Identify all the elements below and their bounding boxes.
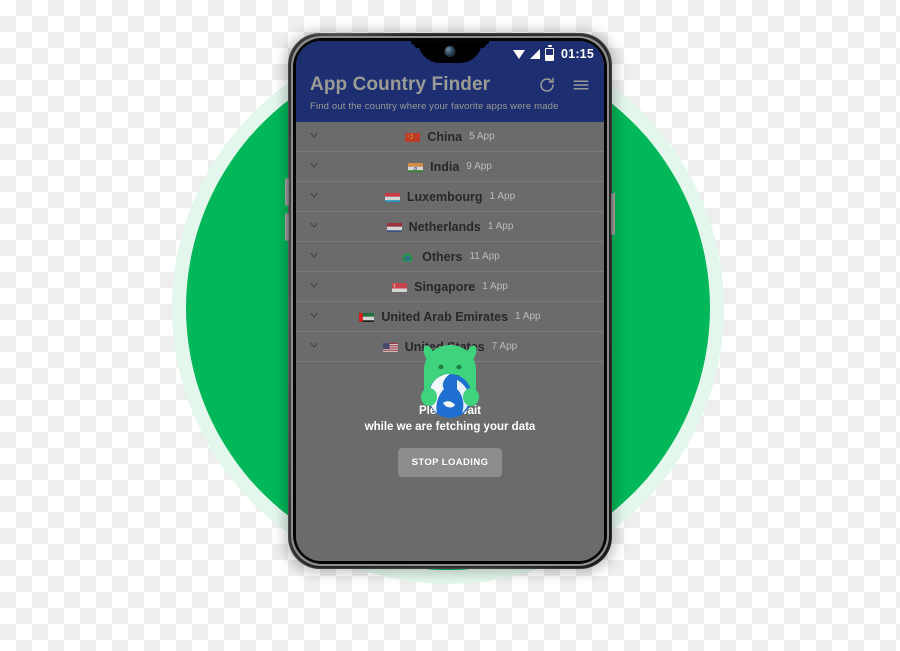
flag-icon-cn <box>405 131 421 142</box>
country-row-content: Netherlands 1 App <box>320 220 580 234</box>
flag-icon-us <box>382 341 398 352</box>
flag-icon-in <box>408 161 424 172</box>
country-row[interactable]: United Arab Emirates 1 App <box>296 302 604 332</box>
country-row-content: China 5 App <box>320 130 580 144</box>
flag-icon-sg <box>392 281 408 292</box>
chevron-down-icon[interactable] <box>308 338 320 356</box>
page-subtitle: Find out the country where your favorite… <box>310 101 559 112</box>
country-row[interactable]: Luxembourg 1 App <box>296 182 604 212</box>
country-row[interactable]: Netherlands 1 App <box>296 212 604 242</box>
country-row-content: Others 11 App <box>320 250 580 264</box>
status-bar-icons: 01:15 <box>513 47 594 61</box>
country-row-content: Singapore 1 App <box>320 280 580 294</box>
flag-icon-nl <box>386 221 402 232</box>
volume-down-button[interactable] <box>285 213 289 241</box>
country-name: Luxembourg <box>406 189 483 204</box>
country-name: India <box>430 159 460 174</box>
chevron-down-icon[interactable] <box>308 248 320 266</box>
country-app-count: 1 App <box>489 191 516 202</box>
flag-icon-globe <box>400 251 415 262</box>
country-app-count: 1 App <box>482 281 508 292</box>
status-bar-clock: 01:15 <box>561 47 594 61</box>
country-row[interactable]: India 9 App <box>296 152 604 182</box>
country-list[interactable]: China 5 App India 9 App Luxembourg 1 App Nethe… <box>296 122 604 362</box>
app-bar-actions <box>538 76 590 94</box>
chevron-down-icon[interactable] <box>308 188 320 206</box>
country-app-count: 11 App <box>469 251 500 262</box>
chevron-down-icon[interactable] <box>308 158 320 176</box>
phone-mockup: 01:15 App Country Finder Find out the co… <box>284 31 616 573</box>
refresh-icon[interactable] <box>538 76 556 94</box>
country-row-content: Luxembourg 1 App <box>320 190 580 204</box>
country-app-count: 5 App <box>469 131 495 142</box>
front-camera-icon <box>444 46 456 57</box>
app-bar-row: App Country Finder <box>310 74 590 96</box>
flag-icon-lu <box>384 191 400 202</box>
country-name: Singapore <box>414 279 476 294</box>
volume-up-button[interactable] <box>285 178 289 206</box>
country-row[interactable]: Singapore 1 App <box>296 272 604 302</box>
battery-icon <box>545 47 555 61</box>
menu-icon[interactable] <box>572 76 590 94</box>
app-mascot-logo <box>421 345 479 418</box>
country-name: Others <box>422 249 463 264</box>
power-button[interactable] <box>611 193 615 235</box>
phone-screen: 01:15 App Country Finder Find out the co… <box>296 41 604 561</box>
status-bar: 01:15 <box>296 41 604 67</box>
country-name: China <box>427 129 463 144</box>
country-app-count: 1 App <box>487 221 514 232</box>
country-app-count: 7 App <box>491 341 518 352</box>
chevron-down-icon[interactable] <box>308 128 320 146</box>
country-row[interactable]: Others 11 App <box>296 242 604 272</box>
chevron-down-icon[interactable] <box>308 218 320 236</box>
country-row[interactable]: China 5 App <box>296 122 604 152</box>
flag-icon-ae <box>359 311 375 322</box>
country-name: United Arab Emirates <box>381 309 509 324</box>
app-bar: App Country Finder Find out the country … <box>296 67 604 122</box>
chevron-down-icon[interactable] <box>308 278 320 296</box>
wifi-icon <box>513 49 526 59</box>
chevron-down-icon[interactable] <box>308 308 320 326</box>
loading-message-line-2: while we are fetching your data <box>364 421 536 433</box>
country-app-count: 1 App <box>515 311 541 322</box>
country-name: Netherlands <box>408 219 481 234</box>
page-title: App Country Finder <box>310 74 491 95</box>
stop-loading-button[interactable]: STOP LOADING <box>397 448 503 477</box>
country-row-content: United Arab Emirates 1 App <box>320 310 580 324</box>
country-app-count: 9 App <box>466 161 492 172</box>
screenshot-canvas: 01:15 App Country Finder Find out the co… <box>0 0 900 651</box>
country-row-content: India 9 App <box>320 160 580 174</box>
signal-icon <box>530 49 541 59</box>
